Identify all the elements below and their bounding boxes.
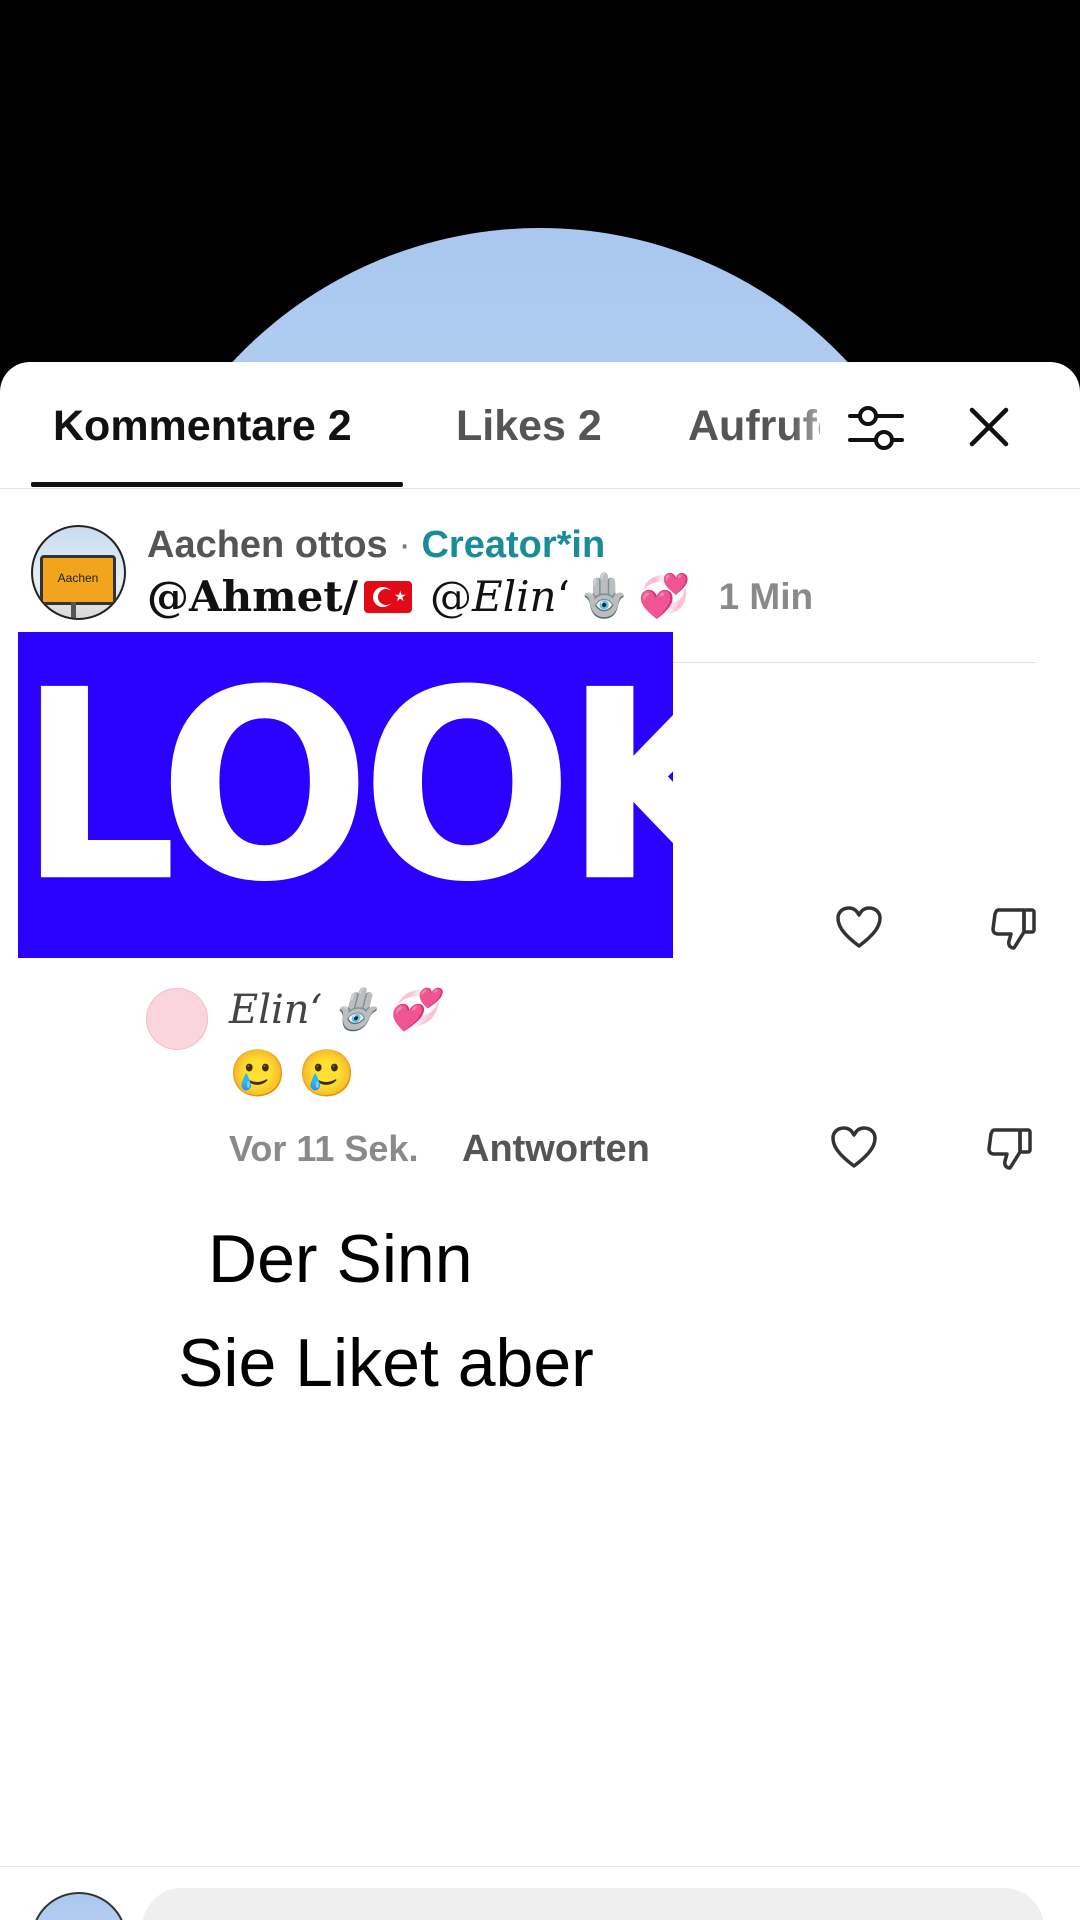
hamsa-icon: 🪬 bbox=[330, 987, 381, 1033]
video-background bbox=[0, 0, 1080, 380]
hearts-icon: 💞 bbox=[388, 987, 438, 1033]
tab-fade bbox=[790, 392, 850, 462]
teary-smile-icon: 🥲 bbox=[298, 1047, 356, 1099]
sliders-icon[interactable] bbox=[846, 400, 906, 456]
reply-text: 🥲 🥲 bbox=[229, 1046, 356, 1101]
thumbs-down-outline-icon[interactable] bbox=[990, 906, 1038, 952]
tab-bar: Kommentare 2 Likes 2 Aufrufe bbox=[0, 362, 1080, 489]
reply-author-name[interactable]: Elin ʻ 🪬 💞 bbox=[229, 986, 438, 1034]
comments-sheet: Kommentare 2 Likes 2 Aufrufe Aachen Aach… bbox=[0, 362, 1080, 1920]
comment-time: 1 Min bbox=[718, 575, 814, 617]
creator-badge: Creator*in bbox=[421, 524, 606, 566]
thumbs-down-outline-icon[interactable] bbox=[986, 1126, 1034, 1172]
active-tab-indicator bbox=[31, 482, 403, 487]
reply-avatar[interactable] bbox=[146, 988, 208, 1050]
heart-outline-icon[interactable] bbox=[830, 1126, 878, 1170]
comment-text: @Ahmet/ ★ @Elinʻ 🪬 💞 1 Min bbox=[147, 572, 813, 621]
teary-smile-icon: 🥲 bbox=[229, 1047, 287, 1099]
close-icon[interactable] bbox=[964, 402, 1014, 452]
mention-elin[interactable]: @Elinʻ bbox=[430, 572, 570, 621]
overlay-caption-line-2: Sie Liket aber bbox=[178, 1325, 594, 1401]
comment-author-name[interactable]: Aachen ottos bbox=[147, 524, 388, 566]
hearts-icon: 💞 bbox=[638, 572, 691, 619]
mention-ahmet[interactable]: @Ahmet/ bbox=[147, 572, 358, 621]
reply-button[interactable]: Antworten bbox=[462, 1128, 650, 1171]
avatar[interactable]: Aachen bbox=[31, 525, 126, 620]
comment-input[interactable] bbox=[142, 1888, 1044, 1920]
comment-author-line: Aachen ottos · Creator*in bbox=[147, 524, 605, 567]
sign-post bbox=[71, 602, 76, 618]
divider bbox=[672, 662, 1036, 663]
overlay-caption-line-1: Der Sinn bbox=[208, 1221, 473, 1297]
tab-comments[interactable]: Kommentare 2 bbox=[53, 402, 352, 451]
current-user-avatar bbox=[31, 1892, 127, 1920]
hamsa-icon: 🪬 bbox=[577, 572, 631, 619]
tab-likes[interactable]: Likes 2 bbox=[456, 402, 602, 451]
look-image[interactable]: LOOK bbox=[18, 632, 673, 958]
reply-time: Vor 11 Sek. bbox=[229, 1128, 419, 1169]
look-image-text: LOOK bbox=[18, 633, 673, 940]
profile-circle-sky bbox=[120, 228, 960, 380]
bottom-divider bbox=[0, 1866, 1080, 1867]
heart-outline-icon[interactable] bbox=[835, 906, 883, 950]
turkey-flag-icon: ★ bbox=[364, 580, 413, 613]
author-separator: · bbox=[387, 524, 422, 566]
town-sign: Aachen bbox=[40, 555, 116, 605]
